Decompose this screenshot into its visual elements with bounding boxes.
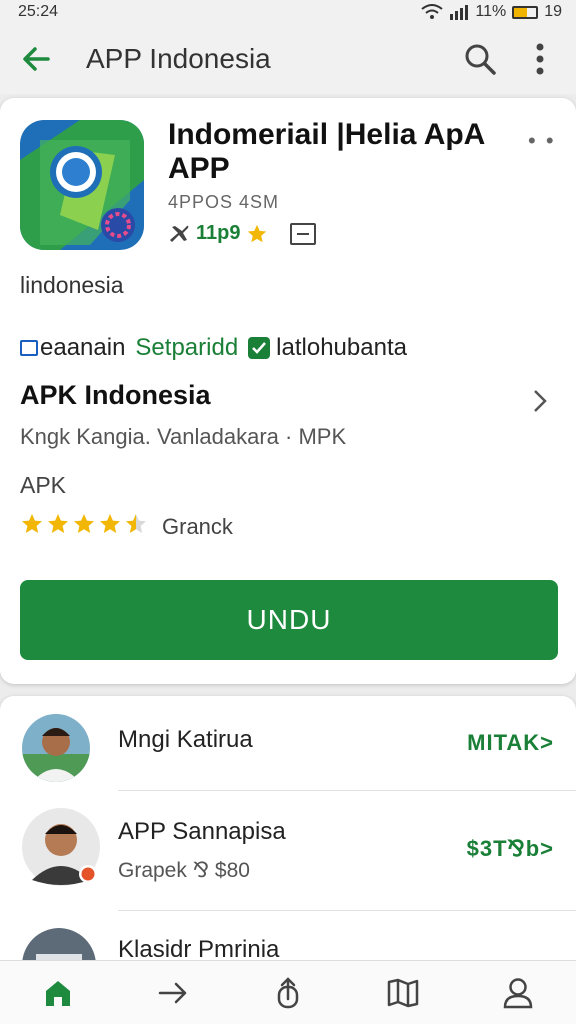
nav-account[interactable] [488, 965, 548, 1021]
app-meta: 11p9 [168, 222, 317, 245]
install-button[interactable]: UNDU [20, 580, 558, 660]
person-icon [504, 977, 533, 1008]
status-time: 25:24 [18, 3, 59, 20]
avatar [22, 808, 100, 886]
avatar [22, 714, 90, 782]
nav-share[interactable] [258, 965, 318, 1021]
arrow-left-icon [23, 47, 50, 71]
app-meta-value: 11p9 [196, 222, 241, 244]
content-rating-icon [290, 222, 317, 245]
more-vert-icon [536, 43, 544, 75]
apk-label: APK [20, 472, 67, 498]
star-icon [124, 512, 148, 541]
list-item-name: Mngi Katirua [118, 726, 253, 753]
wifi-icon [421, 4, 443, 19]
book-icon [387, 978, 419, 1007]
battery-percent: 11% [475, 3, 507, 20]
divider [118, 910, 576, 911]
search-button[interactable] [458, 37, 502, 81]
list-item-sub: Grapek ⅋ $80 [118, 859, 250, 882]
star-icon [248, 224, 267, 242]
app-region: lindonesia [20, 272, 124, 298]
rating-stars [20, 512, 148, 541]
battery-icon [512, 5, 539, 19]
signal-icon [450, 5, 469, 20]
list-item[interactable]: APP Sannapisa Grapek ⅋ $80 $3T⅋b> [0, 792, 576, 912]
feature-third: latlohubanta [276, 334, 407, 361]
rating-row: Granck [20, 512, 233, 541]
status-indicators: 11% 19 [421, 3, 562, 21]
more-options-button[interactable] [518, 37, 562, 81]
section-subtitle: Kngk Kangia. Vanladakara · MPK [20, 424, 347, 449]
app-icon[interactable] [20, 120, 144, 250]
device-icon [20, 340, 38, 356]
section-title[interactable]: APK Indonesia [20, 380, 211, 411]
list-item-action[interactable]: MITAK> [467, 730, 554, 756]
star-icon [98, 512, 122, 541]
divider [118, 790, 576, 791]
card-more-icon[interactable]: • • [528, 128, 556, 154]
nav-home[interactable] [28, 965, 88, 1021]
plane-icon [170, 225, 189, 242]
app-detail-card: Indomeriail |Helia ApA APP • • 4PPOS 4SM… [0, 98, 576, 684]
chevron-right-icon[interactable] [532, 388, 548, 419]
bottom-navigation [0, 960, 576, 1024]
nav-forward[interactable] [143, 965, 203, 1021]
app-bar: APP Indonesia [0, 24, 576, 94]
app-developer: 4PPOS 4SM [168, 192, 280, 212]
list-item-name: APP Sannapisa [118, 818, 286, 845]
app-name: Indomeriail |Helia ApA APP [168, 118, 485, 185]
status-bar: 25:24 11% 19 [0, 0, 576, 24]
star-icon [20, 512, 44, 541]
list-item-action[interactable]: $3T⅋b> [467, 836, 554, 862]
related-list: Mngi Katirua MITAK> APP Sannapisa Grapek… [0, 696, 576, 1002]
feature-first: eaanain [40, 334, 126, 361]
feature-second: Setparidd [135, 334, 239, 361]
map-app-icon [20, 120, 144, 250]
star-icon [46, 512, 70, 541]
search-icon [465, 44, 496, 75]
nav-library[interactable] [373, 965, 433, 1021]
back-button[interactable] [16, 39, 56, 79]
share-icon [277, 976, 299, 1008]
feature-row: eaanain Setparidd latlohubanta [20, 334, 407, 362]
list-item[interactable]: Mngi Katirua MITAK> [0, 696, 576, 792]
page-title: APP Indonesia [86, 43, 271, 74]
rating-label: Granck [162, 513, 233, 539]
star-icon [72, 512, 96, 541]
forward-icon [158, 982, 187, 1003]
check-icon [248, 337, 271, 359]
home-icon [45, 980, 70, 1006]
status-extra: 19 [544, 3, 562, 20]
